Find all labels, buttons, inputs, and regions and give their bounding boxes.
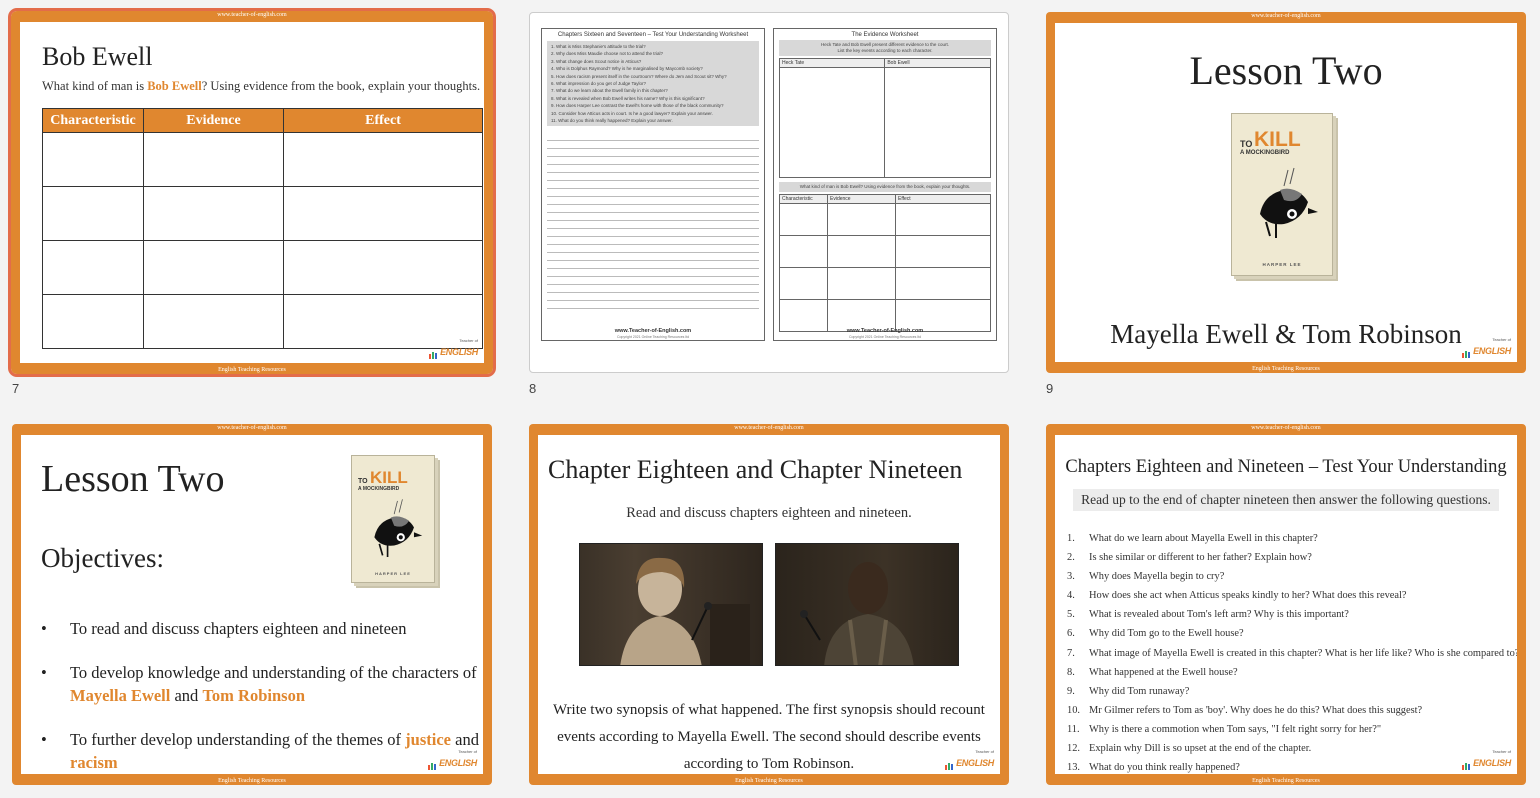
slide-footer: English Teaching Resources <box>1252 366 1320 372</box>
slide-sorter-grid: www.teacher-of-english.com Bob Ewell Wha… <box>0 0 1540 798</box>
question-item: 9. How does Harper Lee contrast the Ewel… <box>551 103 724 109</box>
book-cover-image: TO KILL A MOCKINGBIRD HARPER LEE <box>351 455 435 583</box>
slide-thumbnail-10[interactable]: www.teacher-of-english.com Lesson Two TO… <box>12 424 492 785</box>
question-item: 11. What do you think really happened? E… <box>551 118 673 124</box>
slide-canvas: Chapter Eighteen and Chapter Nineteen Re… <box>538 435 1000 774</box>
question-item: 8. What happened at the Ewell house? <box>1067 666 1238 678</box>
question-item: 3. Why does Mayella begin to cry? <box>1067 571 1225 583</box>
table-header: Effect <box>283 108 483 133</box>
book-cover-image: TO KILL A MOCKINGBIRD HARPER LEE <box>1231 113 1333 276</box>
worksheet-copyright: Copyright 2021 Online Teaching Resources… <box>616 335 690 339</box>
list-item: To further develop understanding of the … <box>41 728 483 774</box>
question-item: 8. What is revealed when Bob Ewell write… <box>551 95 705 101</box>
slide-canvas: Lesson Two TO KILL A MOCKINGBIRD HARPER … <box>1055 23 1517 362</box>
question-list: 1. What do we learn about Mayella Ewell i… <box>1067 529 1517 774</box>
question-item: 10. Consider how Atticus acts in court. … <box>551 110 713 116</box>
slide-url: www.teacher-of-english.com <box>1251 13 1321 19</box>
instruction-box: What kind of man is Bob Ewell? Using evi… <box>779 182 991 192</box>
teacher-of-english-logo: Teacher of ENGLISH <box>428 750 477 770</box>
question-item: 10. Mr Gilmer refers to Tom as 'boy'. Why… <box>1067 704 1423 716</box>
question-box: 1. What is Miss Stephanie's attitude to … <box>547 41 759 127</box>
question-item: 3. What change does Scout notice in Atti… <box>551 58 642 64</box>
list-item: To develop knowledge and understanding o… <box>41 661 483 707</box>
question-item: 5. How does racism present itself in the… <box>551 73 727 79</box>
test-understanding-worksheet: Chapters Sixteen and Seventeen – Test Yo… <box>541 28 765 341</box>
slide-canvas: Bob Ewell What kind of man is Bob Ewell?… <box>20 22 484 363</box>
slide-footer: English Teaching Resources <box>1252 778 1320 784</box>
question-item: 5. What is revealed about Tom's left arm?… <box>1067 609 1349 621</box>
table-header: Characteristic <box>42 108 144 133</box>
slide-number: 7 <box>12 381 20 396</box>
teacher-of-english-logo: Teacher of ENGLISH <box>945 750 994 770</box>
slide-thumbnail-12[interactable]: www.teacher-of-english.com Chapters Eigh… <box>1046 424 1526 785</box>
answer-lines <box>542 140 764 310</box>
question-item: 12. Explain why Dill is so upset at the e… <box>1067 743 1312 755</box>
evidence-table: Heck Tate Bob Ewell <box>778 58 991 178</box>
slide-subtitle: Read and discuss chapters eighteen and n… <box>626 505 912 521</box>
slide-canvas: Chapters Eighteen and Nineteen – Test Yo… <box>1055 435 1517 774</box>
question-item: 2. Is she similar or different to her fat… <box>1067 552 1312 564</box>
slide-canvas: Lesson Two TO KILL A MOCKINGBIRD HARPER … <box>21 435 483 774</box>
characteristic-table: Characteristic Evidence Effect <box>42 108 483 349</box>
slide-footer: English Teaching Resources <box>218 778 286 784</box>
teacher-of-english-logo: Teacher of ENGLISH <box>429 339 478 359</box>
slide-url: www.teacher-of-english.com <box>1251 425 1321 431</box>
slide-url: www.teacher-of-english.com <box>217 425 287 431</box>
worksheet-title: Chapters Sixteen and Seventeen – Test Yo… <box>557 32 749 38</box>
question-item: 7. What image of Mayella Ewell is created… <box>1067 647 1517 659</box>
slide-title: Lesson Two <box>1189 48 1383 93</box>
worksheet-footer-url: www.Teacher-of-English.com <box>846 328 924 334</box>
question-item: 6. Why did Tom go to the Ewell house? <box>1067 628 1244 640</box>
slide-thumbnail-7[interactable]: www.teacher-of-english.com Bob Ewell Wha… <box>8 8 496 377</box>
slide-url: www.teacher-of-english.com <box>734 425 804 431</box>
question-item: 13. What do you think really happened? <box>1067 762 1240 774</box>
table-row <box>42 186 483 241</box>
table-row <box>42 294 483 349</box>
slide-title: Chapter Eighteen and Chapter Nineteen <box>548 455 963 484</box>
question-item: 6. What impression do you get of Judge T… <box>551 81 646 87</box>
list-item: To read and discuss chapters eighteen an… <box>41 617 483 640</box>
slide-url: www.teacher-of-english.com <box>217 12 287 18</box>
objectives-heading: Objectives: <box>41 543 164 573</box>
objectives-list: To read and discuss chapters eighteen an… <box>41 617 483 774</box>
slide-number: 9 <box>1046 381 1054 396</box>
task-instructions: Write two synopsis of what happened. The… <box>553 702 985 772</box>
evidence-worksheet: The Evidence Worksheet Heck Tate and Bob… <box>773 28 997 341</box>
question-item: 11. Why is there a commotion when Tom say… <box>1067 723 1382 735</box>
slide-subtitle: What kind of man is Bob Ewell? Using evi… <box>42 79 481 93</box>
table-header: Evidence <box>143 108 284 133</box>
slide-thumbnail-11[interactable]: www.teacher-of-english.com Chapter Eight… <box>529 424 1009 785</box>
mayella-photo <box>579 543 763 666</box>
slide-title: Chapters Eighteen and Nineteen – Test Yo… <box>1065 457 1507 477</box>
instruction-box: Heck Tate and Bob Ewell present differen… <box>779 40 991 56</box>
tom-robinson-photo <box>775 543 959 666</box>
slide-number: 8 <box>529 381 537 396</box>
slide-title: Bob Ewell <box>42 42 153 71</box>
mockingbird-icon <box>374 499 423 558</box>
slide-footer: English Teaching Resources <box>735 778 803 784</box>
slide-subtitle: Read up to the end of chapter nineteen t… <box>1073 489 1499 511</box>
question-item: 1. What is Miss Stephanie's attitude to … <box>551 44 646 49</box>
worksheet-footer-url: www.Teacher-of-English.com <box>614 328 692 334</box>
slide-footer: English Teaching Resources <box>218 367 286 373</box>
question-item: 1. What do we learn about Mayella Ewell i… <box>1067 533 1318 544</box>
question-item: 7. What do we learn about the Ewell fami… <box>551 88 668 94</box>
mockingbird-icon <box>1260 167 1318 238</box>
worksheet-title: The Evidence Worksheet <box>851 32 919 38</box>
slide-subtitle: Mayella Ewell & Tom Robinson <box>1110 319 1462 349</box>
question-item: 4. Who is Dolphus Raymond? Why is he mar… <box>551 66 703 72</box>
question-item: 2. Why does Miss Maudie choose not to at… <box>551 51 664 57</box>
worksheet-copyright: Copyright 2021 Online Teaching Resources… <box>848 335 922 339</box>
teacher-of-english-logo: Teacher of ENGLISH <box>1462 338 1511 358</box>
slide-thumbnail-9[interactable]: www.teacher-of-english.com Lesson Two TO… <box>1046 12 1526 373</box>
teacher-of-english-logo: Teacher of ENGLISH <box>1462 750 1511 770</box>
question-item: 9. Why did Tom runaway? <box>1067 685 1190 697</box>
slide-thumbnail-8[interactable]: Chapters Sixteen and Seventeen – Test Yo… <box>529 12 1009 373</box>
slide-title: Lesson Two <box>41 458 225 500</box>
question-item: 4. How does she act when Atticus speaks k… <box>1067 590 1407 602</box>
characteristic-table: Characteristic Evidence Effect <box>779 194 991 332</box>
table-row <box>42 240 483 295</box>
table-row <box>42 132 483 187</box>
